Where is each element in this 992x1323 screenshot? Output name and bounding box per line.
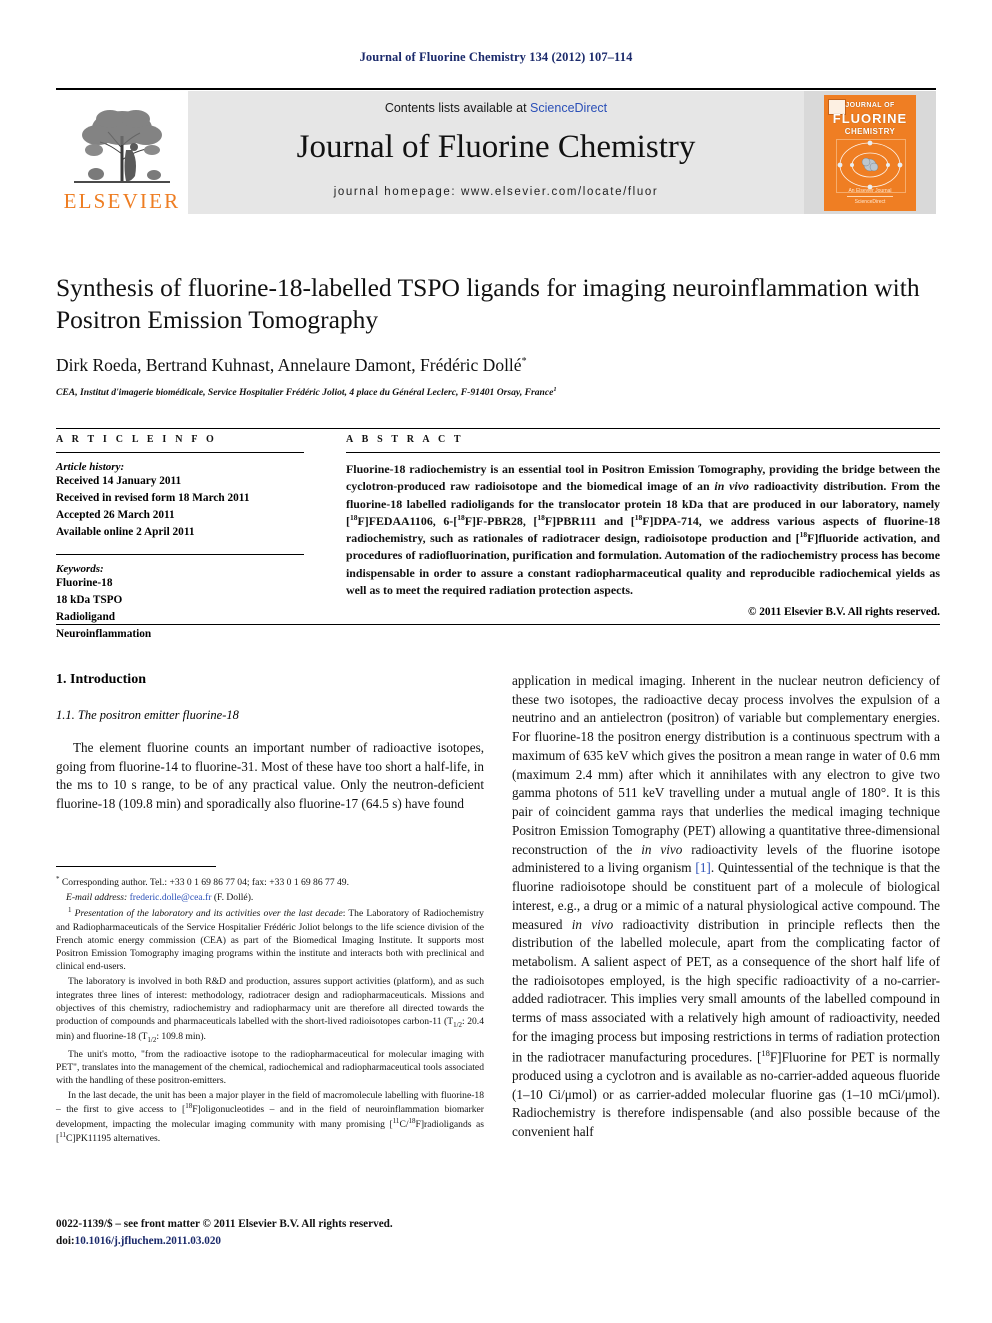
email-link[interactable]: frederic.dolle@cea.fr [130, 892, 212, 903]
page-title: Synthesis of fluorine-18-labelled TSPO l… [56, 273, 920, 335]
contents-available-line: Contents lists available at ScienceDirec… [385, 101, 607, 115]
article-info-heading: A R T I C L E I N F O [56, 434, 217, 445]
sciencedirect-link[interactable]: ScienceDirect [530, 101, 607, 115]
masthead-top-rule [56, 88, 936, 90]
corresponding-author-marker[interactable]: * [522, 356, 527, 367]
history-item: Available online 2 April 2011 [56, 525, 195, 538]
section-heading-introduction: 1. Introduction [56, 672, 146, 687]
keyword-item: Radioligand [56, 610, 116, 623]
doi-line: doi:10.1016/j.jfluchem.2011.03.020 [56, 1233, 516, 1250]
footnote-separator-rule [56, 866, 216, 867]
panel-top-rule [56, 428, 940, 429]
history-item: Accepted 26 March 2011 [56, 508, 175, 521]
footnote-marker-1: 1 [68, 906, 72, 915]
article-history-list: Received 14 January 2011 Received in rev… [56, 473, 304, 541]
abstract-column: A B S T R A C T Fluorine-18 radiochemist… [346, 434, 940, 618]
elsevier-tree-icon [74, 110, 170, 183]
abstract-rule [346, 452, 940, 453]
page-footer: 0022-1139/$ – see front matter © 2011 El… [56, 1216, 516, 1250]
masthead-band: Contents lists available at ScienceDirec… [188, 91, 804, 214]
footnote-corresponding-author: * Corresponding author. Tel.: +33 0 1 69… [56, 875, 350, 889]
article-history-label: Article history: [56, 461, 125, 473]
keywords-rule [56, 553, 304, 555]
keywords-label: Keywords: [56, 562, 104, 575]
affiliation: CEA, Institut d'imagerie biomédicale, Se… [56, 386, 940, 398]
cover-footer: An Elsevier Journal ScienceDirect [824, 188, 916, 205]
running-head: Journal of Fluorine Chemistry 134 (2012)… [359, 50, 633, 64]
cover-foot-2: ScienceDirect [854, 198, 886, 205]
history-item: Received in revised form 18 March 2011 [56, 491, 250, 504]
author-names: Dirk Roeda, Bertrand Kuhnast, Annelaure … [56, 354, 522, 375]
title-block: Synthesis of fluorine-18-labelled TSPO l… [56, 272, 940, 398]
affiliation-marker[interactable]: 1 [553, 386, 556, 393]
cover-foot-1: An Elsevier Journal [848, 187, 892, 194]
footnote-marker-asterisk: * [56, 875, 60, 883]
keyword-item: Neuroinflammation [56, 627, 152, 640]
journal-cover-thumbnail[interactable]: JOURNAL OF FLUORINE CHEMISTRY An Elsevie… [824, 94, 916, 211]
subsection-heading-positron-emitter: 1.1. The positron emitter fluorine-18 [56, 708, 239, 722]
doi-link[interactable]: 10.1016/j.jfluchem.2011.03.020 [75, 1235, 221, 1247]
abstract-heading: A B S T R A C T [346, 434, 464, 445]
body-column-left: 1. Introduction 1.1. The positron emitte… [56, 672, 484, 822]
atom-diagram-icon [837, 140, 903, 189]
front-matter-line: 0022-1139/$ – see front matter © 2011 El… [56, 1218, 393, 1230]
abstract-body: Fluorine-18 radiochemistry is an essenti… [346, 462, 941, 597]
article-page: Journal of Fluorine Chemistry 134 (2012)… [0, 0, 992, 1323]
author-list: Dirk Roeda, Bertrand Kuhnast, Annelaure … [56, 355, 940, 376]
journal-title: Journal of Fluorine Chemistry [296, 129, 696, 165]
footnote-email: E-mail address: frederic.dolle@cea.fr (F… [66, 892, 254, 904]
cover-foot-rule [847, 195, 893, 197]
elsevier-wordmark: ELSEVIER [63, 189, 181, 213]
cover-line-1: JOURNAL OF [845, 101, 895, 109]
reference-link-1[interactable]: [1] [695, 860, 710, 875]
doi-label: doi: [56, 1234, 75, 1247]
history-item: Received 14 January 2011 [56, 475, 182, 487]
footnote-last-decade: In the last decade, the unit has been a … [56, 1090, 484, 1145]
journal-masthead: ELSEVIER Contents lists available at Sci… [56, 88, 936, 214]
article-info-column: A R T I C L E I N F O Article history: R… [56, 434, 304, 643]
body-paragraph: application in medical imaging. Inherent… [512, 673, 940, 1140]
info-abstract-panel: A R T I C L E I N F O Article history: R… [56, 428, 940, 640]
contents-prefix: Contents lists available at [384, 101, 531, 115]
keyword-item: Fluorine-18 [56, 576, 113, 589]
body-column-right: application in medical imaging. Inherent… [512, 672, 940, 1150]
affiliation-text: CEA, Institut d'imagerie biomédicale, Se… [56, 386, 554, 398]
abstract-copyright: © 2011 Elsevier B.V. All rights reserved… [747, 606, 940, 618]
footnote-unit-motto: The unit's motto, "from the radioactive … [56, 1048, 484, 1087]
footnote-block: * Corresponding author. Tel.: +33 0 1 69… [56, 866, 484, 1147]
journal-cover-container: JOURNAL OF FLUORINE CHEMISTRY An Elsevie… [804, 91, 936, 214]
cover-line-2: FLUORINE [832, 110, 908, 126]
keywords-list: Fluorine-18 18 kDa TSPO Radioligand Neur… [56, 575, 304, 643]
article-info-rule [56, 452, 304, 453]
keyword-item: 18 kDa TSPO [56, 593, 123, 606]
journal-homepage-link[interactable]: journal homepage: www.elsevier.com/locat… [334, 186, 659, 198]
publisher-logo: ELSEVIER [56, 91, 188, 214]
footnote-lab-activities: The laboratory is involved in both R&D a… [56, 976, 484, 1045]
footnote-lab-presentation: 1 Presentation of the laboratory and its… [56, 906, 484, 973]
body-paragraph: The element fluorine counts an important… [56, 740, 484, 812]
